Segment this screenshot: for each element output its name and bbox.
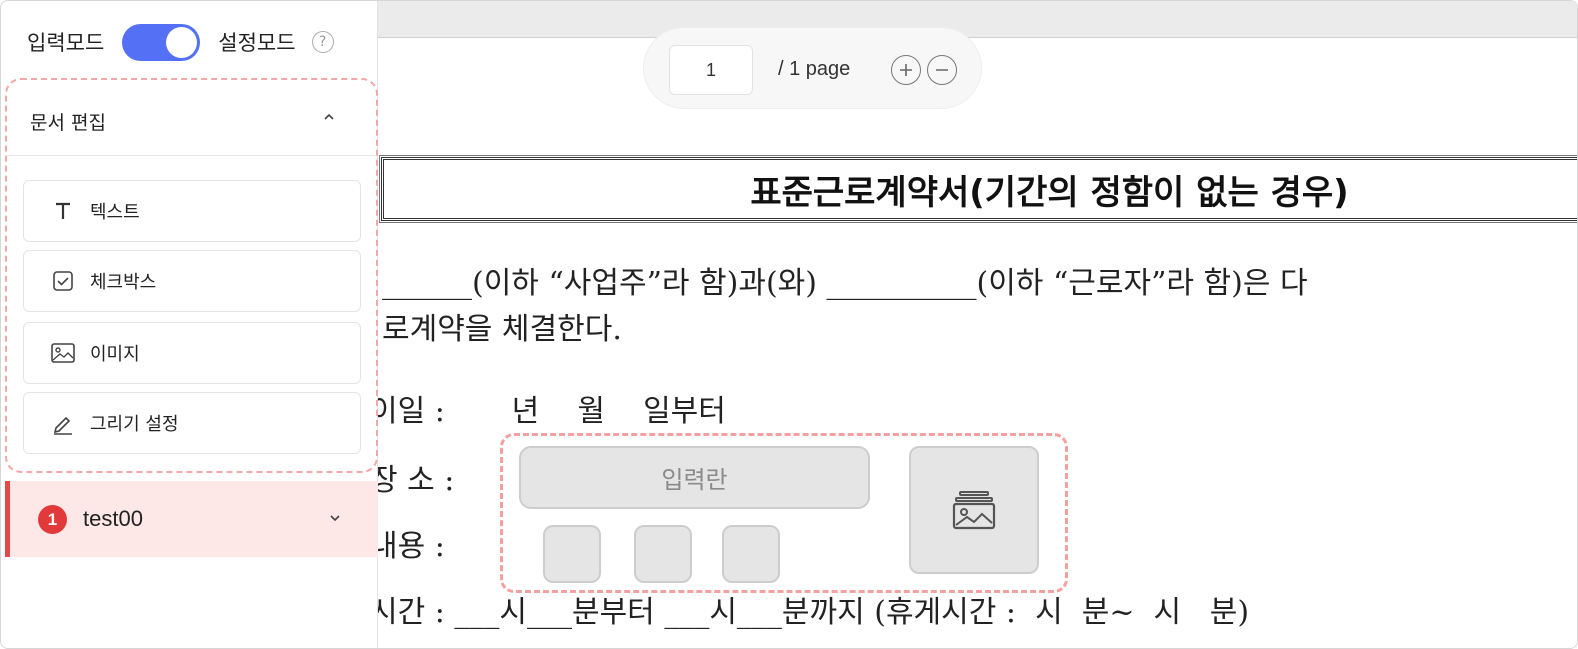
image-stack-icon bbox=[952, 491, 996, 530]
checkbox-field[interactable] bbox=[634, 525, 692, 583]
checkbox-field[interactable] bbox=[722, 525, 780, 583]
zoom-in-button[interactable] bbox=[891, 55, 921, 85]
chevron-down-icon[interactable] bbox=[328, 511, 342, 525]
recipient-item[interactable]: 1 test00 bbox=[5, 481, 378, 557]
document-line-2: 로계약을 체결한다. bbox=[382, 312, 622, 347]
tool-label: 텍스트 bbox=[90, 202, 140, 223]
text-input-field[interactable]: 입력란 bbox=[519, 446, 870, 509]
zoom-out-button[interactable] bbox=[927, 55, 957, 85]
page-navigator: / 1 page bbox=[643, 27, 982, 109]
recipient-number-badge: 1 bbox=[38, 505, 67, 534]
page-number-input[interactable] bbox=[669, 45, 753, 95]
tool-checkbox[interactable]: 체크박스 bbox=[23, 250, 361, 312]
text-icon bbox=[50, 198, 76, 224]
document-line-5: 내용 : bbox=[378, 529, 445, 564]
tool-label: 이미지 bbox=[90, 344, 140, 365]
document-line-4: 장 소 : bbox=[378, 463, 455, 498]
setting-mode-label: 설정모드 bbox=[218, 31, 296, 55]
recipient-name: test00 bbox=[83, 506, 143, 531]
document-edit-panel: 문서 편집 텍스트 체크박스 이미지 그리기 설정 bbox=[5, 78, 378, 473]
document-line-6: 시간 : ___시___분부터 ___시___분까지 (휴게시간 : 시 분~ … bbox=[378, 595, 1250, 630]
edit-panel-header[interactable]: 문서 편집 bbox=[7, 80, 376, 156]
tool-text[interactable]: 텍스트 bbox=[23, 180, 361, 242]
sidebar: 입력모드 설정모드 ? 문서 편집 텍스트 체크박스 이미지 그리기 설정 1 … bbox=[1, 1, 378, 648]
field-group-overlay[interactable]: 입력란 bbox=[500, 433, 1068, 593]
chevron-up-icon[interactable] bbox=[322, 110, 336, 124]
tool-label: 그리기 설정 bbox=[90, 414, 179, 435]
image-field[interactable] bbox=[909, 446, 1039, 574]
contract-title: 표준근로계약서(기간의 정함이 없는 경우) bbox=[379, 155, 1577, 223]
pen-icon bbox=[50, 410, 76, 436]
mode-switch-row: 입력모드 설정모드 ? bbox=[27, 23, 334, 61]
checkbox-field[interactable] bbox=[543, 525, 601, 583]
toggle-knob bbox=[166, 26, 198, 58]
checkbox-icon bbox=[50, 268, 76, 294]
minus-icon bbox=[936, 69, 948, 71]
edit-panel-title: 문서 편집 bbox=[30, 112, 106, 134]
input-mode-label: 입력모드 bbox=[27, 31, 105, 55]
tool-image[interactable]: 이미지 bbox=[23, 322, 361, 384]
tool-drawing-settings[interactable]: 그리기 설정 bbox=[23, 392, 361, 454]
viewer-top-bar bbox=[378, 1, 1577, 38]
plus-icon bbox=[900, 64, 912, 76]
help-icon[interactable]: ? bbox=[311, 31, 334, 53]
tool-label: 체크박스 bbox=[90, 272, 157, 293]
app-window: / 1 page 표준근로계약서(기간의 정함이 없는 경우) ______(이… bbox=[0, 0, 1578, 649]
image-icon bbox=[50, 340, 76, 366]
document-line-3: 이일 : 년 월 일부터 bbox=[378, 394, 726, 429]
page-total-label: / 1 page bbox=[778, 58, 851, 80]
mode-toggle[interactable] bbox=[122, 23, 201, 61]
document-line-1: ______(이하 “사업주”라 함)과(와) __________(이하 “근… bbox=[382, 266, 1308, 301]
